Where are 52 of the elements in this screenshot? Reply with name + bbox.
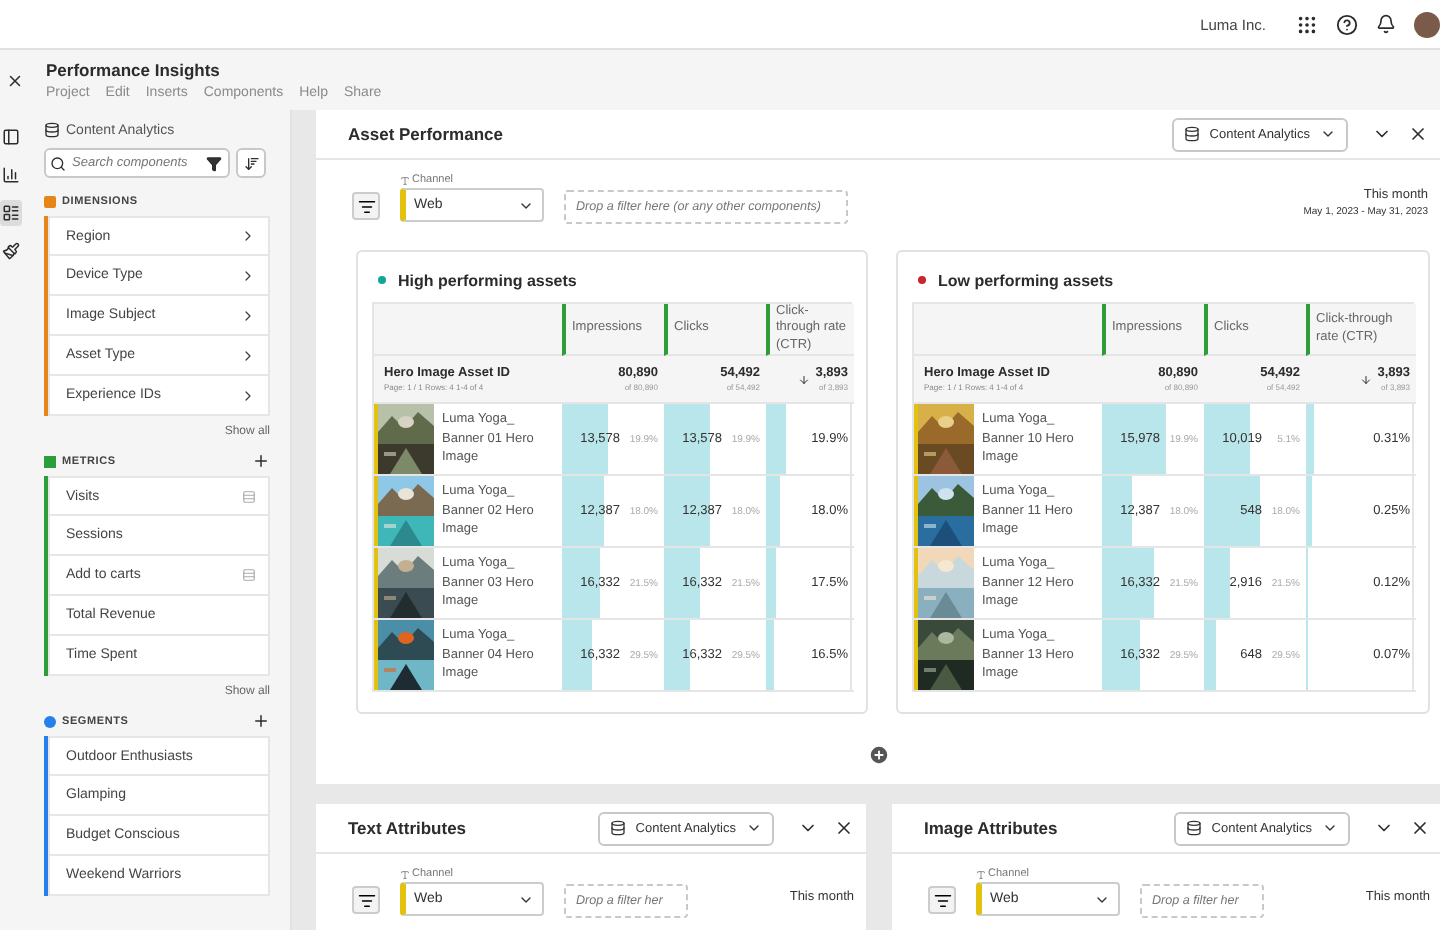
sort-icon	[243, 155, 259, 171]
panel-title: Image Attributes	[924, 818, 1060, 838]
database-icon	[609, 820, 626, 836]
close-icon[interactable]	[1408, 124, 1428, 144]
help-icon[interactable]	[1336, 13, 1358, 35]
rail-button[interactable]	[0, 124, 22, 150]
chevron-down-icon	[746, 820, 762, 836]
add-icon[interactable]	[252, 452, 270, 470]
database-icon	[44, 122, 60, 138]
chevron-right-icon	[240, 228, 256, 244]
user-avatar[interactable]	[1414, 11, 1440, 37]
close-icon[interactable]	[834, 818, 854, 838]
segment-filter-button[interactable]	[352, 886, 380, 914]
bell-icon[interactable]	[1376, 14, 1396, 34]
segment-filter-button[interactable]	[352, 192, 380, 220]
add-icon[interactable]	[252, 712, 270, 730]
chevron-right-icon	[240, 347, 256, 363]
rail-button[interactable]	[0, 200, 22, 226]
text-icon	[400, 869, 410, 879]
list-icon	[242, 489, 256, 503]
add-icon[interactable]	[867, 744, 889, 766]
text-icon	[400, 175, 410, 185]
rail-button[interactable]	[0, 238, 22, 264]
chevron-down-icon	[1320, 126, 1336, 142]
database-icon	[1183, 126, 1200, 142]
apps-grid-icon[interactable]	[1296, 13, 1318, 35]
segment-filter-button[interactable]	[928, 886, 956, 914]
text-icon	[976, 869, 986, 879]
rail-button[interactable]	[0, 162, 22, 188]
list-icon	[242, 568, 256, 582]
search-icon	[50, 156, 66, 172]
brush-icon	[2, 242, 20, 260]
chevron-down-icon	[1322, 820, 1338, 836]
chevron-right-icon	[240, 307, 256, 323]
filter-icon	[357, 891, 375, 909]
chevron-right-icon	[240, 387, 256, 403]
list-icon	[2, 204, 20, 222]
database-icon	[1185, 820, 1202, 836]
panel-icon	[2, 128, 20, 146]
panel-title: Asset Performance	[348, 124, 505, 144]
filter-icon	[357, 197, 375, 215]
close-icon[interactable]	[6, 71, 24, 89]
card-title: High performing assets	[398, 271, 577, 289]
bar-chart-icon	[2, 166, 20, 184]
sort-button[interactable]	[236, 148, 266, 178]
card-title: Low performing assets	[938, 271, 1114, 289]
panel-title: Text Attributes	[348, 818, 469, 838]
project-title: Performance Insights	[46, 60, 222, 80]
filter-icon[interactable]	[206, 156, 222, 172]
chevron-right-icon	[240, 267, 256, 283]
filter-icon	[933, 891, 951, 909]
close-icon[interactable]	[1410, 818, 1430, 838]
